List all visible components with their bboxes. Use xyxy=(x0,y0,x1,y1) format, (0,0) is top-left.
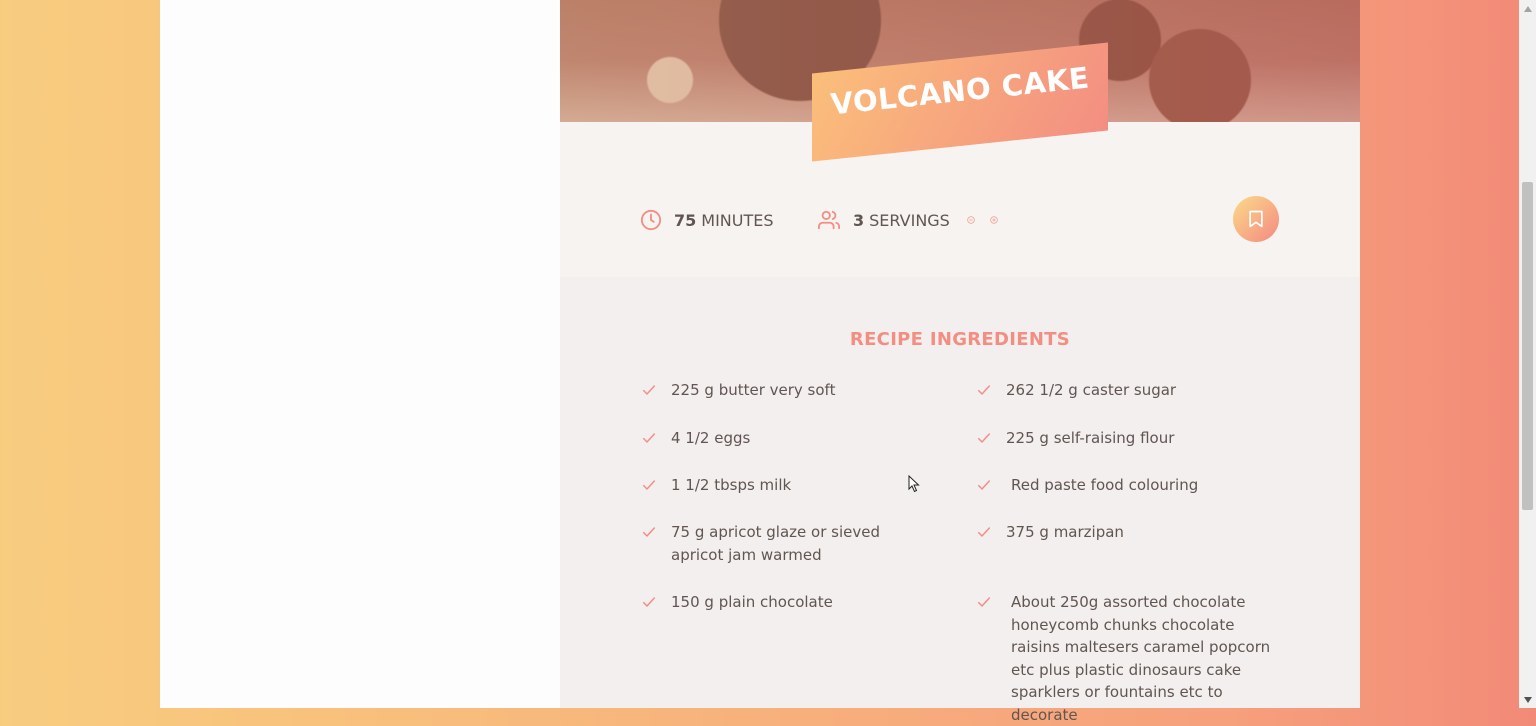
ingredient-item: 75 g apricot glaze or sieved apricot jam… xyxy=(640,521,930,566)
check-icon xyxy=(977,385,991,395)
ingredient-text: 150 g plain chocolate xyxy=(671,593,833,611)
check-icon xyxy=(642,385,656,395)
ingredient-text: 225 g self-raising flour xyxy=(1006,429,1175,447)
ingredient-item: Red paste food colouring xyxy=(975,474,1280,497)
ingredient-text: 375 g marzipan xyxy=(1006,523,1124,541)
ingredient-item: 1 1/2 tbsps milk xyxy=(640,474,930,497)
check-icon xyxy=(977,527,991,537)
search-results-sidebar xyxy=(160,0,560,708)
chevron-up-icon xyxy=(1523,5,1532,12)
users-icon xyxy=(818,210,840,230)
scroll-up-button[interactable] xyxy=(1519,0,1536,17)
check-icon xyxy=(642,527,656,537)
plus-circle-icon xyxy=(990,216,998,224)
ingredient-item: About 250g assorted chocolate honeycomb … xyxy=(975,591,1280,726)
clock-icon xyxy=(640,209,662,231)
recipe-ingredients: RECIPE INGREDIENTS 225 g butter very sof… xyxy=(560,277,1360,724)
check-icon xyxy=(977,433,991,443)
check-icon xyxy=(977,480,991,490)
ingredient-item: 150 g plain chocolate xyxy=(640,591,930,614)
bookmark-button[interactable] xyxy=(1233,196,1279,242)
ingredient-text: About 250g assorted chocolate honeycomb … xyxy=(1011,593,1271,724)
ingredient-item: 4 1/2 eggs xyxy=(640,427,930,450)
ingredient-item: 262 1/2 g caster sugar xyxy=(975,379,1280,402)
ingredient-text: 1 1/2 tbsps milk xyxy=(671,476,792,494)
servings: 3 SERVINGS xyxy=(817,208,1010,232)
scroll-down-button[interactable] xyxy=(1519,691,1536,708)
ingredient-text: 75 g apricot glaze or sieved apricot jam… xyxy=(671,523,880,564)
check-icon xyxy=(977,597,991,607)
ingredient-text: 4 1/2 eggs xyxy=(671,429,751,447)
ingredient-item: 375 g marzipan xyxy=(975,521,1280,544)
ingredient-item: 225 g self-raising flour xyxy=(975,427,1280,450)
ingredient-text: 225 g butter very soft xyxy=(671,381,836,399)
check-icon xyxy=(642,480,656,490)
recipe-view: VOLCANO CAKE 75 MINUTES 3 SERVINGS RECIP… xyxy=(560,0,1360,724)
cooking-time-unit: MINUTES xyxy=(701,210,774,230)
ingredient-text: 262 1/2 g caster sugar xyxy=(1006,381,1177,399)
servings-value: 3 xyxy=(853,210,865,230)
ingredients-heading: RECIPE INGREDIENTS xyxy=(849,329,1071,350)
ingredient-text: Red paste food colouring xyxy=(1011,476,1199,494)
increase-servings-button[interactable] xyxy=(990,210,1010,230)
decrease-servings-button[interactable] xyxy=(967,210,987,230)
ingredient-item: 225 g butter very soft xyxy=(640,379,930,402)
mouse-cursor-icon xyxy=(908,475,920,493)
check-icon xyxy=(642,597,656,607)
bookmark-icon xyxy=(1249,210,1263,228)
chevron-down-icon xyxy=(1523,696,1532,703)
check-icon xyxy=(642,433,656,443)
servings-unit: SERVINGS xyxy=(869,210,950,230)
cooking-time: 75 MINUTES xyxy=(640,208,774,232)
scrollbar-thumb[interactable] xyxy=(1522,182,1533,510)
minus-circle-icon xyxy=(967,216,975,224)
cooking-time-value: 75 xyxy=(674,210,697,230)
page-scrollbar[interactable] xyxy=(1519,0,1536,708)
